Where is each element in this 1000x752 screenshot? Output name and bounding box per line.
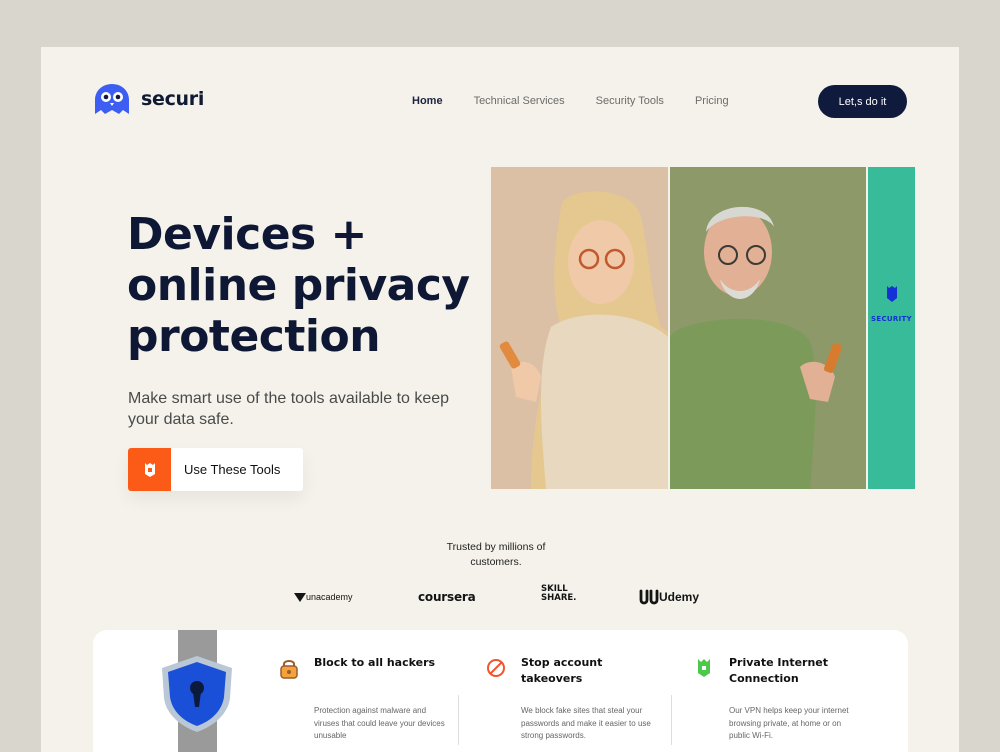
feature-description: Protection against malware and viruses t… bbox=[314, 706, 445, 740]
security-side-panel bbox=[868, 167, 915, 489]
feature-title: Block to all hackers bbox=[314, 656, 436, 669]
use-these-tools-button[interactable]: Use These Tools bbox=[128, 448, 303, 491]
partner-logos: unacademy coursera SKILL SHARE. Udemy bbox=[291, 585, 721, 609]
nav-security-tools[interactable]: Security Tools bbox=[596, 95, 664, 107]
security-shield-icon bbox=[887, 286, 897, 302]
main-nav: Home Technical Services Security Tools P… bbox=[412, 95, 760, 107]
owl-logo-icon bbox=[95, 84, 129, 114]
unacademy-text: unacademy bbox=[306, 592, 353, 602]
vpn-icon bbox=[698, 659, 710, 677]
man-illustration bbox=[670, 206, 842, 489]
feature-description: We block fake sites that steal your pass… bbox=[521, 706, 651, 740]
hero-title-line: online privacy bbox=[127, 260, 470, 311]
photo-woman bbox=[491, 167, 668, 489]
security-label: SECURITY bbox=[871, 315, 912, 323]
udemy-text: Udemy bbox=[659, 590, 700, 604]
lock-icon bbox=[280, 660, 298, 679]
photo-man bbox=[670, 167, 866, 489]
feature-title: Private Internet Connection bbox=[729, 656, 829, 685]
feature-divider bbox=[671, 695, 672, 745]
landing-page: securi Home Technical Services Security … bbox=[41, 47, 959, 752]
use-these-tools-label: Use These Tools bbox=[184, 462, 281, 477]
unacademy-icon bbox=[294, 592, 306, 602]
feature-title: Stop account takeovers bbox=[521, 656, 603, 685]
hero-title-line: Devices + bbox=[127, 209, 367, 260]
udemy-logo: Udemy bbox=[639, 585, 699, 609]
trusted-text: Trusted by millions of customers. bbox=[446, 541, 546, 568]
brand-name: securi bbox=[141, 88, 205, 110]
skillshare-logo: SKILL SHARE. bbox=[541, 585, 576, 609]
nav-home[interactable]: Home bbox=[412, 95, 443, 107]
skillshare-line: SHARE. bbox=[541, 593, 577, 603]
hero-title: Devices + online privacy protection bbox=[127, 209, 507, 362]
block-icon bbox=[487, 659, 505, 677]
lets-do-it-button[interactable]: Let,s do it bbox=[818, 85, 907, 118]
hero-subtitle: Make smart use of the tools available to… bbox=[128, 390, 450, 428]
coursera-logo: coursera bbox=[418, 590, 476, 604]
hero-title-line: protection bbox=[127, 311, 381, 362]
unacademy-logo: unacademy bbox=[294, 585, 353, 609]
nav-technical-services[interactable]: Technical Services bbox=[474, 95, 565, 107]
udemy-icon bbox=[639, 589, 659, 605]
woman-illustration bbox=[499, 191, 668, 489]
nav-pricing[interactable]: Pricing bbox=[695, 95, 729, 107]
features-section: Block to all hackers Protection against … bbox=[93, 630, 908, 752]
feature-description: Our VPN helps keep your internet browsin… bbox=[729, 706, 849, 740]
keyhole-shield-icon bbox=[162, 656, 232, 732]
logo[interactable]: securi bbox=[93, 82, 204, 116]
feature-divider bbox=[458, 695, 459, 745]
shield-badge-icon bbox=[128, 448, 171, 491]
